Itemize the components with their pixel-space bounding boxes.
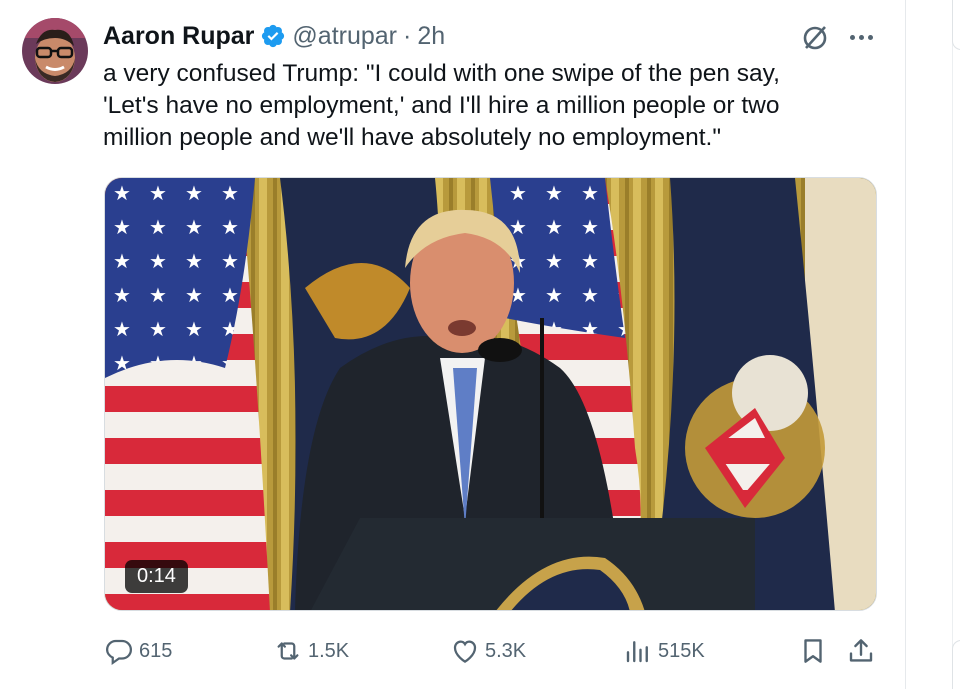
- view-count: 515K: [658, 639, 705, 662]
- share-icon: [849, 639, 873, 662]
- bookmark-button[interactable]: [798, 634, 828, 668]
- like-count: 5.3K: [485, 639, 527, 662]
- tweet-card: Aaron Rupar @atrupar · 2h a very confuse…: [0, 0, 960, 689]
- tweet-text: a very confused Trump: "I could with one…: [103, 58, 883, 154]
- tweet-header: Aaron Rupar @atrupar · 2h: [103, 20, 445, 52]
- grok-icon[interactable]: [800, 22, 830, 52]
- video-player[interactable]: ★: [104, 177, 877, 611]
- verified-badge-icon: [260, 23, 286, 49]
- reply-count: 615: [139, 639, 173, 662]
- timestamp[interactable]: 2h: [417, 22, 445, 51]
- tweet-text-line: a very confused Trump: "I could with one…: [103, 60, 780, 87]
- views-icon: [626, 641, 648, 663]
- handle[interactable]: @atrupar: [292, 22, 397, 51]
- reply-icon: [105, 639, 133, 666]
- repost-count: 1.5K: [308, 639, 350, 662]
- reply-button[interactable]: 615: [104, 634, 172, 668]
- video-duration: 0:14: [125, 560, 188, 593]
- adjacent-panel-edge: [952, 0, 960, 689]
- repost-icon: [277, 642, 299, 660]
- avatar-image: [22, 18, 88, 84]
- tweet-text-line: million people and we'll have absolutely…: [103, 124, 722, 151]
- bookmark-icon: [804, 639, 822, 663]
- views-button[interactable]: 515K: [623, 634, 705, 668]
- repost-button[interactable]: 1.5K: [273, 634, 349, 668]
- video-frame: ★: [105, 178, 876, 610]
- heart-icon: [453, 640, 477, 663]
- more-icon[interactable]: [846, 22, 876, 52]
- like-button[interactable]: 5.3K: [450, 634, 526, 668]
- tweet-text-line: 'Let's have no employment,' and I'll hir…: [103, 92, 780, 119]
- separator-dot: ·: [403, 21, 412, 50]
- share-button[interactable]: [846, 634, 876, 668]
- column-divider: [905, 0, 906, 689]
- avatar[interactable]: [22, 18, 88, 84]
- action-bar: 615 1.5K 5.3K 515K: [104, 634, 880, 668]
- display-name[interactable]: Aaron Rupar: [103, 22, 254, 51]
